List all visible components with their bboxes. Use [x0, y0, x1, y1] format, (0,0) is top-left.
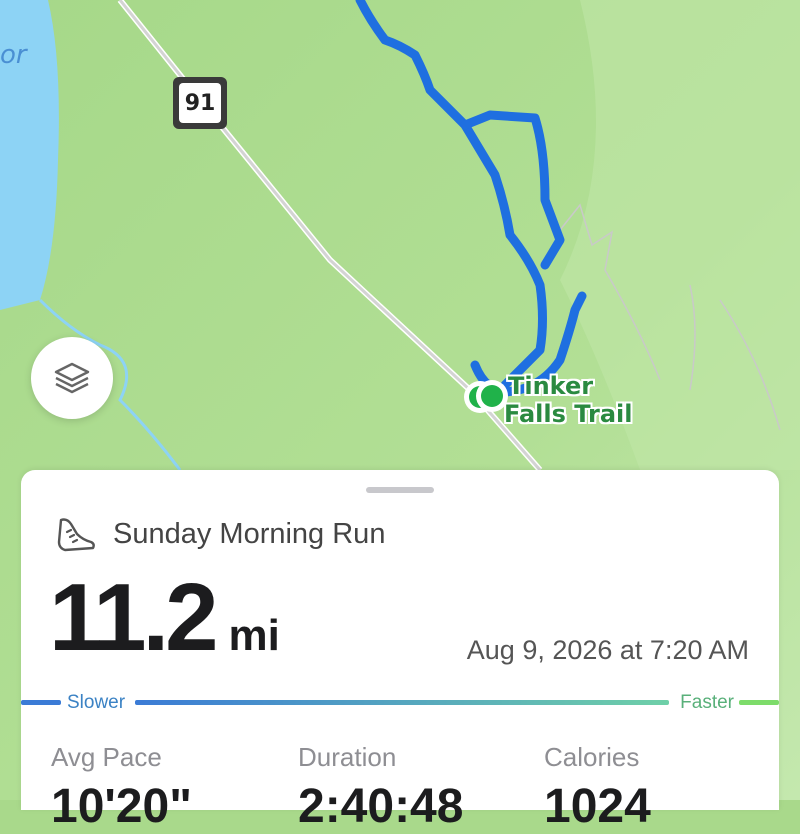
map-layers-button[interactable] — [31, 337, 113, 419]
stat-label: Calories — [544, 742, 640, 772]
pace-gradient-line — [135, 700, 669, 705]
activity-header: Sunday Morning Run — [55, 514, 385, 554]
running-shoe-icon — [57, 518, 95, 552]
layers-icon — [54, 362, 90, 394]
lake-label: or — [0, 40, 27, 70]
stat-value: 10'20" — [51, 780, 192, 833]
trailhead-label-line2: Falls Trail — [504, 400, 633, 428]
stat-calories: Calories 1024 — [544, 742, 651, 834]
activity-summary-sheet: Sunday Morning Run 11.2 mi Aug 9, 2026 a… — [21, 470, 779, 833]
highway-shield-icon: 91 — [173, 77, 227, 129]
stat-duration: Duration 2:40:48 — [298, 742, 463, 834]
stat-value: 2:40:48 — [298, 780, 464, 833]
distance-unit: mi — [228, 611, 280, 660]
trailhead-label-line1: Tinker — [508, 372, 594, 400]
pace-line-slow — [21, 700, 61, 705]
pace-faster-label: Faster — [680, 692, 734, 713]
start-marker-dot — [481, 385, 503, 407]
pace-scale: Slower Faster — [21, 692, 779, 713]
stat-value: 1024 — [544, 780, 651, 833]
stat-label: Duration — [298, 742, 397, 772]
highway-number: 91 — [179, 83, 221, 123]
distance-value: 11.2 — [49, 564, 219, 671]
activity-title: Sunday Morning Run — [113, 517, 386, 550]
stat-label: Avg Pace — [51, 742, 162, 772]
pace-slower-label: Slower — [67, 692, 126, 713]
stat-avg-pace: Avg Pace 10'20" — [51, 742, 192, 834]
distance-display: 11.2 mi — [49, 570, 280, 666]
sheet-grabber[interactable] — [366, 487, 434, 493]
pace-line-fast — [739, 700, 779, 705]
activity-date: Aug 9, 2026 at 7:20 AM — [466, 635, 749, 665]
